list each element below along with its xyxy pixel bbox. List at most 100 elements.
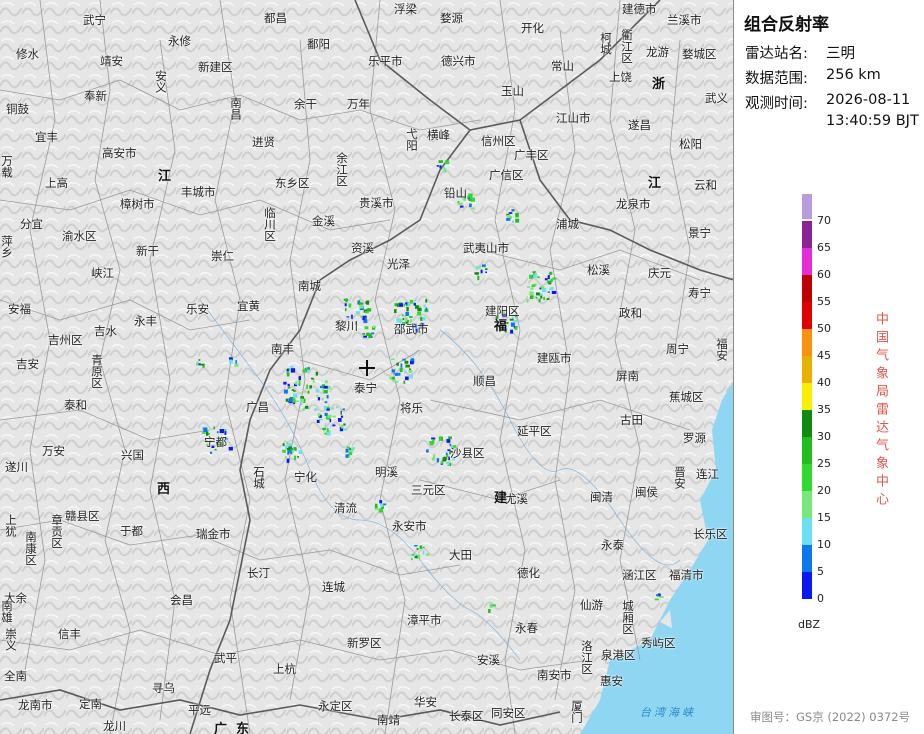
- place-label: 龙泉市: [616, 197, 651, 211]
- place-label: 婺城区: [682, 47, 717, 61]
- place-label: 延平区: [517, 424, 552, 438]
- place-label: 遂川: [5, 460, 28, 474]
- place-label: 新干: [136, 244, 159, 258]
- legend-swatch: [802, 572, 812, 599]
- place-label-vertical: 余江区: [335, 152, 349, 187]
- place-label: 光泽: [387, 257, 410, 271]
- place-label: 樟树市: [120, 197, 155, 211]
- place-label: 安福: [8, 302, 31, 316]
- place-label: 建瓯市: [537, 351, 572, 365]
- place-label: 仙游: [580, 598, 603, 612]
- place-label: 闽侯: [635, 485, 658, 499]
- legend-tick-label: 35: [817, 403, 831, 416]
- place-label-vertical: 衢江区: [620, 29, 634, 64]
- place-label: 丰城市: [181, 185, 216, 199]
- place-label: 吉安: [16, 357, 39, 371]
- place-label: 鄱阳: [307, 37, 330, 51]
- place-label: 长乐区: [693, 527, 728, 541]
- place-label-vertical: 南雄: [0, 600, 14, 623]
- place-label: 泰宁: [354, 381, 377, 395]
- place-label: 渝水区: [62, 229, 97, 243]
- sea-label: 台湾海峡: [640, 706, 696, 719]
- place-label: 连城: [322, 580, 345, 594]
- province-label: 广: [214, 722, 228, 734]
- place-label: 广丰区: [514, 148, 549, 162]
- place-label: 横峰: [427, 128, 450, 142]
- place-label: 宁都: [204, 435, 227, 449]
- place-label: 云和: [694, 178, 717, 192]
- place-label-vertical: 上犹: [4, 514, 18, 537]
- place-label-vertical: 福安: [715, 338, 729, 361]
- place-label: 贵溪市: [359, 196, 394, 210]
- station-label: 雷达站名:: [745, 46, 808, 62]
- place-label: 峡江: [91, 266, 114, 280]
- place-label: 兴国: [121, 448, 144, 462]
- place-label: 顺昌: [473, 374, 496, 388]
- place-label: 沙县区: [450, 446, 485, 460]
- place-label: 明溪: [375, 465, 398, 479]
- legend-tick-label: 60: [817, 268, 831, 281]
- time-date: 2026-08-11: [826, 92, 911, 108]
- legend-swatch: [802, 221, 812, 248]
- place-label: 黎川: [335, 319, 358, 333]
- place-label: 德兴市: [441, 54, 476, 68]
- legend-swatch: [802, 248, 812, 275]
- place-label: 婺源: [440, 11, 463, 25]
- place-label: 武平: [214, 651, 237, 665]
- place-label: 永泰: [601, 538, 624, 552]
- place-label: 东乡区: [275, 176, 310, 190]
- place-label: 广信区: [489, 168, 524, 182]
- place-label: 宁化: [294, 470, 317, 484]
- legend-tick-label: 25: [817, 457, 831, 470]
- legend-tick-label: 5: [817, 565, 824, 578]
- place-label: 全南: [4, 669, 27, 683]
- place-label: 屏南: [616, 369, 639, 383]
- place-label-vertical: 青原区: [90, 354, 104, 389]
- place-label: 南安市: [537, 668, 572, 682]
- legend-tick-label: 15: [817, 511, 831, 524]
- place-label: 永安市: [392, 519, 427, 533]
- place-label: 赣县区: [65, 509, 100, 523]
- legend-tick-label: 50: [817, 322, 831, 335]
- place-label: 平远: [188, 703, 211, 717]
- place-label: 铅山: [444, 186, 467, 200]
- place-label: 松溪: [587, 263, 610, 277]
- review-number: 审图号：GS京 (2022) 0372号: [750, 710, 911, 724]
- place-label: 秀屿区: [641, 636, 676, 650]
- place-label: 吉州区: [48, 333, 83, 347]
- province-label: 福: [494, 319, 508, 334]
- legend-swatch: [802, 329, 812, 356]
- place-label: 宜黄: [237, 299, 260, 313]
- place-label: 于都: [120, 524, 143, 538]
- legend-swatch: [802, 518, 812, 545]
- product-title: 组合反射率: [744, 15, 829, 35]
- place-label: 将乐: [400, 401, 423, 415]
- place-label: 龙南市: [18, 698, 53, 712]
- place-label: 崇仁: [211, 249, 234, 263]
- place-label: 修水: [16, 47, 39, 61]
- place-label: 泰和: [64, 398, 87, 412]
- province-label: 东: [236, 722, 250, 734]
- place-label: 连江: [696, 467, 719, 481]
- station-row: 雷达站名: 三明: [745, 42, 855, 63]
- place-label-vertical: 洛江区: [580, 640, 594, 675]
- place-label: 开化: [521, 21, 544, 35]
- place-label: 福清市: [669, 568, 704, 582]
- place-label: 进贤: [252, 135, 275, 149]
- legend-swatch: [802, 545, 812, 572]
- place-label: 瑞金市: [196, 527, 231, 541]
- range-label: 数据范围:: [745, 71, 808, 87]
- place-label: 惠安: [600, 674, 623, 688]
- place-label-vertical: 章贡区: [50, 514, 64, 549]
- time-clock: 13:40:59 BJT: [826, 113, 919, 129]
- place-label-vertical: 临川区: [263, 207, 277, 242]
- place-label: 信丰: [58, 627, 81, 641]
- place-label-vertical: 萍乡: [0, 235, 14, 258]
- place-label: 金溪: [312, 214, 335, 228]
- legend-swatch: [802, 356, 812, 383]
- place-label-vertical: 厦门: [570, 700, 584, 723]
- radar-map[interactable]: 武宁 都昌 浮梁 婺源 开化 常山 建德市 兰溪市 修水 永修 鄱阳 乐平市 德兴市 龙游 婺城区 靖安 新建区…: [0, 0, 734, 734]
- place-label: 万年: [347, 97, 370, 111]
- place-label: 浮梁: [394, 2, 417, 16]
- legend-swatch: [802, 410, 812, 437]
